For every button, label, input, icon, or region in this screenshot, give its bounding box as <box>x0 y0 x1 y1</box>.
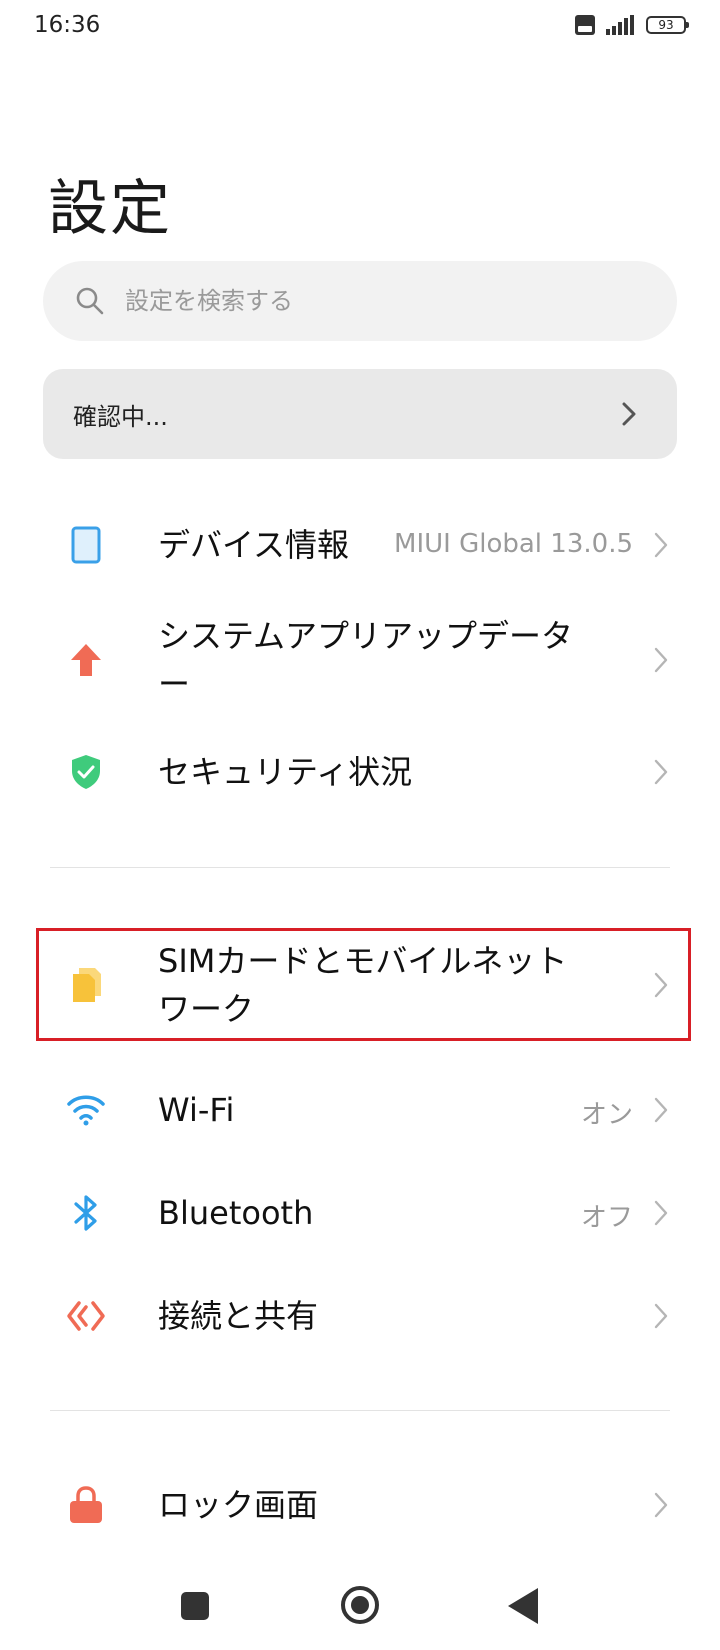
search-input[interactable] <box>123 286 627 316</box>
checking-banner[interactable]: 確認中... <box>43 369 677 459</box>
chevron-right-icon <box>654 1200 668 1226</box>
settings-item-device-info[interactable]: デバイス情報 MIUI Global 13.0.5 <box>0 505 720 585</box>
settings-item-system-app-updater[interactable]: システムアプリアップデーター <box>0 600 720 720</box>
connection-share-icon <box>66 1296 106 1336</box>
chevron-right-icon <box>654 1492 668 1518</box>
divider <box>50 1410 670 1411</box>
settings-item-label: デバイス情報 <box>158 526 350 564</box>
update-arrow-icon <box>66 640 106 680</box>
search-icon <box>76 287 104 315</box>
chevron-right-icon <box>654 1303 668 1329</box>
settings-item-value: オフ <box>580 1203 633 1233</box>
settings-item-label: Bluetooth <box>158 1194 314 1232</box>
settings-item-label: システムアプリアップデーター <box>158 617 574 703</box>
chevron-right-icon <box>622 402 636 426</box>
settings-item-label: ロック画面 <box>158 1486 319 1524</box>
chevron-right-icon <box>654 532 668 558</box>
status-time: 16:36 <box>34 12 101 38</box>
battery-icon: 93 <box>646 16 689 34</box>
page-title: 設定 <box>48 174 172 244</box>
bluetooth-icon <box>66 1193 106 1233</box>
settings-item-value: オン <box>580 1100 633 1130</box>
home-button[interactable] <box>341 1586 379 1624</box>
divider <box>50 867 670 868</box>
checking-label: 確認中... <box>73 402 168 431</box>
settings-item-wifi[interactable]: Wi-Fi オン <box>0 1070 720 1150</box>
settings-item-lock-screen[interactable]: ロック画面 <box>0 1465 720 1545</box>
settings-item-label: 接続と共有 <box>158 1297 319 1335</box>
settings-item-connection-sharing[interactable]: 接続と共有 <box>0 1276 720 1356</box>
device-icon <box>66 525 106 565</box>
security-shield-icon <box>66 752 106 792</box>
back-button[interactable] <box>508 1588 538 1624</box>
settings-item-value: MIUI Global 13.0.5 <box>394 529 633 559</box>
settings-item-label: セキュリティ状況 <box>158 753 413 791</box>
lock-icon <box>66 1485 106 1525</box>
chevron-right-icon <box>654 1097 668 1123</box>
chevron-right-icon <box>654 647 668 673</box>
search-bar[interactable] <box>43 261 677 341</box>
signal-icon <box>606 15 634 35</box>
settings-item-bluetooth[interactable]: Bluetooth オフ <box>0 1173 720 1253</box>
highlight-box <box>36 928 691 1041</box>
battery-level: 93 <box>658 18 674 32</box>
recent-apps-button[interactable] <box>181 1592 209 1620</box>
settings-item-label: Wi-Fi <box>158 1091 235 1129</box>
chevron-right-icon <box>654 759 668 785</box>
status-bar: 16:36 93 <box>0 0 720 56</box>
navigation-bar <box>0 1560 720 1650</box>
volte-icon <box>575 15 595 35</box>
settings-item-security-status[interactable]: セキュリティ状況 <box>0 732 720 812</box>
wifi-icon <box>66 1090 106 1130</box>
status-icons: 93 <box>574 14 689 36</box>
